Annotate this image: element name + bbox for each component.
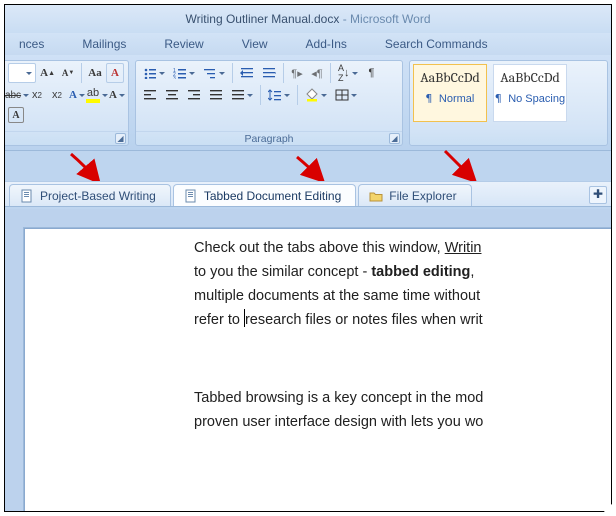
ribbon-tab-view[interactable]: View — [232, 34, 278, 55]
text-effects-button[interactable]: A — [68, 85, 86, 105]
window-titlebar: Writing Outliner Manual.docx - Microsoft… — [5, 5, 611, 33]
align-center-button[interactable] — [162, 85, 182, 105]
ribbon-tab-mailings[interactable]: Mailings — [72, 34, 136, 55]
strike-button[interactable]: abc — [8, 85, 26, 105]
app-name: Microsoft Word — [350, 12, 430, 26]
clear-formatting-button[interactable]: A — [106, 63, 124, 83]
ribbon-tab-review[interactable]: Review — [154, 34, 213, 55]
subscript-button[interactable]: x2 — [28, 85, 46, 105]
shading-button[interactable] — [302, 85, 330, 105]
line-spacing-button[interactable] — [265, 85, 293, 105]
doc-tab-label: Tabbed Document Editing — [204, 189, 341, 203]
page[interactable]: Check out the tabs above this window, Wr… — [23, 227, 612, 512]
style-normal[interactable]: AaBbCcDd ¶ Normal — [413, 64, 487, 122]
multilevel-list-button[interactable] — [200, 63, 228, 83]
group-font: A▲ A▼ Aa A abc x2 x2 A ab A A — [4, 60, 129, 146]
svg-text:3: 3 — [173, 76, 176, 79]
paragraph-group-label: Paragraph — [244, 133, 293, 145]
paragraph-1: Check out the tabs above this window, Wr… — [194, 236, 612, 332]
style-no-spacing[interactable]: AaBbCcDd ¶ No Spacing — [493, 64, 567, 122]
align-left-button[interactable] — [140, 85, 160, 105]
doc-tab-label: Project-Based Writing — [40, 189, 156, 203]
doc-tab-label: File Explorer — [389, 189, 456, 203]
doc-tab-tabbed-document-editing[interactable]: Tabbed Document Editing — [173, 184, 356, 206]
ribbon-tab-search-commands[interactable]: Search Commands — [375, 34, 498, 55]
ltr-button[interactable]: ¶▸ — [288, 63, 306, 83]
grow-font-button[interactable]: A▲ — [38, 63, 57, 83]
justify-button[interactable] — [206, 85, 226, 105]
paragraph-dialog-launcher[interactable]: ◢ — [389, 133, 400, 144]
document-icon — [184, 189, 198, 203]
doc-tab-file-explorer[interactable]: File Explorer — [358, 184, 471, 206]
character-border-button[interactable]: A — [8, 107, 24, 123]
change-case-button[interactable]: Aa — [86, 63, 104, 83]
font-color-button[interactable]: A — [108, 85, 126, 105]
decrease-indent-button[interactable] — [237, 63, 257, 83]
borders-button[interactable] — [332, 85, 360, 105]
rtl-button[interactable]: ◂¶ — [308, 63, 326, 83]
ribbon: A▲ A▼ Aa A abc x2 x2 A ab A A — [5, 55, 611, 151]
distributed-button[interactable] — [228, 85, 256, 105]
superscript-button[interactable]: x2 — [48, 85, 66, 105]
document-area: Check out the tabs above this window, Wr… — [5, 209, 611, 511]
highlight-button[interactable]: ab — [88, 85, 106, 105]
shrink-font-button[interactable]: A▼ — [59, 63, 77, 83]
document-tab-bar: Project-Based Writing Tabbed Document Ed… — [5, 181, 611, 207]
document-title: Writing Outliner Manual.docx — [186, 12, 340, 26]
show-marks-button[interactable]: ¶ — [363, 63, 381, 83]
font-dialog-launcher[interactable]: ◢ — [115, 133, 126, 144]
annotation-arrow-3 — [441, 147, 481, 185]
document-icon — [20, 189, 34, 203]
group-paragraph: 123 ¶▸ ◂¶ AZ↓ — [135, 60, 403, 146]
paragraph-2: Tabbed browsing is a key concept in the … — [194, 386, 612, 434]
doc-tab-project-based-writing[interactable]: Project-Based Writing — [9, 184, 171, 206]
ribbon-tab-strip: nces Mailings Review View Add-Ins Search… — [5, 33, 611, 55]
increase-indent-button[interactable] — [259, 63, 279, 83]
numbering-button[interactable]: 123 — [170, 63, 198, 83]
ribbon-tab-references-partial[interactable]: nces — [9, 34, 54, 55]
sort-button[interactable]: AZ↓ — [335, 63, 361, 83]
new-tab-button[interactable]: ✚ — [589, 186, 607, 204]
bullets-button[interactable] — [140, 63, 168, 83]
group-styles: AaBbCcDd ¶ Normal AaBbCcDd ¶ No Spacing — [409, 60, 608, 146]
align-right-button[interactable] — [184, 85, 204, 105]
ribbon-tab-addins[interactable]: Add-Ins — [296, 34, 357, 55]
folder-icon — [369, 189, 383, 203]
font-size-combo[interactable] — [8, 63, 36, 83]
